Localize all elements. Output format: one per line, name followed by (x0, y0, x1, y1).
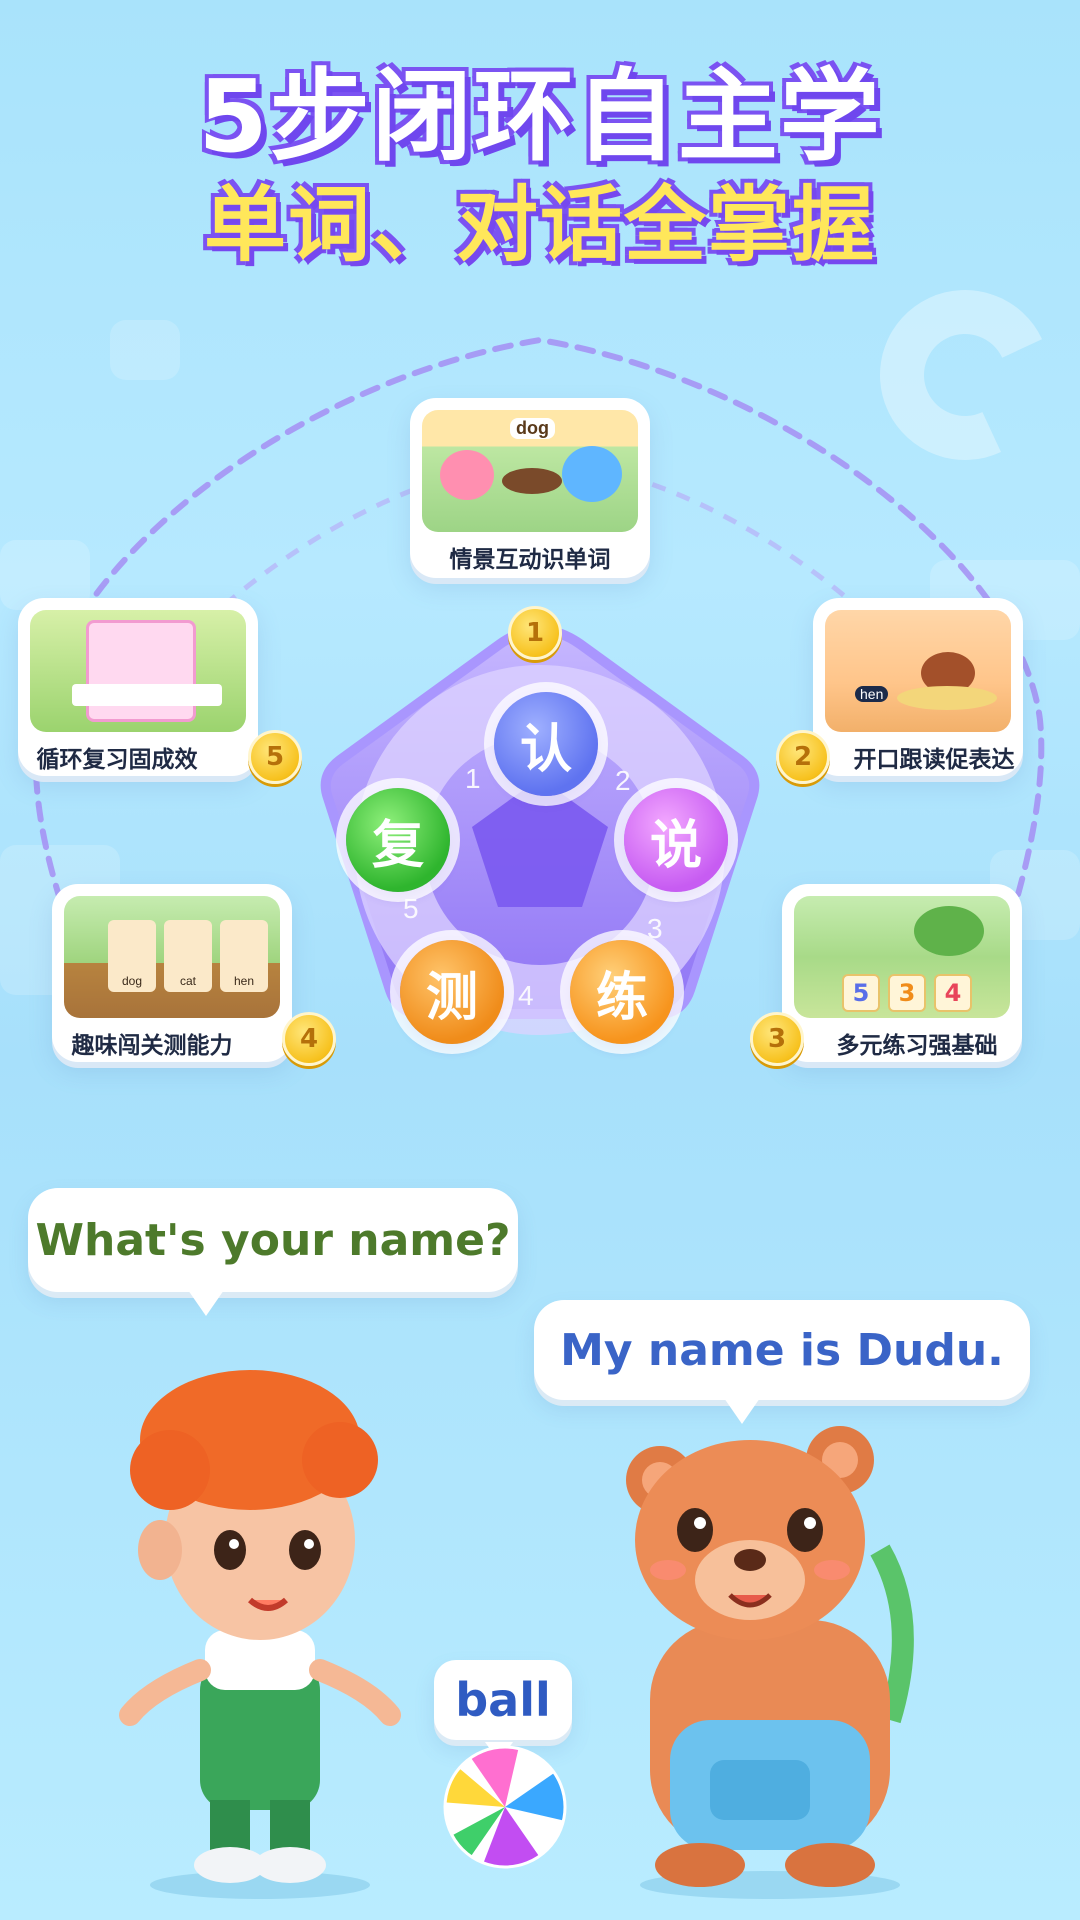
tree-icon (914, 906, 984, 956)
word-card-text: cat (179, 974, 196, 988)
number-tiles: 5 3 4 (842, 974, 972, 1012)
wheel-number: 2 (615, 765, 631, 796)
ball-word-bubble: ball (434, 1660, 572, 1762)
step-ball-test[interactable]: 测 (400, 940, 504, 1044)
step-number-badge-5: 5 (248, 730, 302, 784)
step-caption: 多元练习强基础 (836, 1032, 998, 1058)
answer-text: My name is Dudu. (560, 1324, 1004, 1376)
step-ball-recognize[interactable]: 认 (494, 692, 598, 796)
step-number-badge-4: 4 (282, 1012, 336, 1066)
promo-page: 5步闭环自主学 单词、对话全掌握 认 说 练 测 复 1 2 3 4 5 dog… (0, 0, 1080, 1920)
step-card-5[interactable]: 循环复习固成效 (18, 598, 258, 776)
ball-word: ball (455, 1673, 551, 1727)
review-sentence-strip (72, 684, 222, 706)
question-text: What's your name? (35, 1214, 511, 1266)
step-thumbnail: hen (825, 610, 1011, 732)
number-tile: 5 (842, 974, 880, 1012)
pet-bed-right (562, 446, 622, 502)
review-panel (86, 620, 196, 722)
step-number-badge-1: 1 (508, 606, 562, 660)
word-cards: dog cat hen (108, 920, 268, 992)
dog-icon (502, 468, 562, 494)
step-caption: 情景互动识单词 (449, 546, 611, 572)
thumb-word-dog: dog (510, 418, 555, 439)
step-ball-review[interactable]: 复 (346, 788, 450, 892)
wheel-number: 3 (647, 913, 663, 944)
bear-character (626, 1426, 914, 1899)
step-card-1[interactable]: dog 情景互动识单词 (410, 398, 650, 578)
bubble-tail (188, 1290, 224, 1316)
step-caption: 循环复习固成效 (36, 746, 198, 772)
nest-icon (897, 686, 997, 710)
step-number-badge-3: 3 (750, 1012, 804, 1066)
word-card-dog: dog (108, 920, 156, 992)
step-caption: 趣味闯关测能力 (71, 1032, 233, 1058)
step-ball-practice[interactable]: 练 (570, 940, 674, 1044)
wheel-number: 1 (465, 763, 481, 794)
wheel-number: 4 (518, 980, 534, 1011)
step-number-badge-2: 2 (776, 730, 830, 784)
number-tile: 3 (888, 974, 926, 1012)
boy-character (119, 1370, 401, 1899)
beach-ball-icon (443, 1745, 567, 1869)
step-card-3[interactable]: 5 3 4 多元练习强基础 (782, 884, 1022, 1062)
word-card-hen: hen (220, 920, 268, 992)
step-thumbnail (30, 610, 246, 732)
number-tile: 4 (934, 974, 972, 1012)
word-card-text: hen (233, 974, 255, 988)
speech-bubble-answer: My name is Dudu. (534, 1300, 1030, 1424)
step-thumbnail: dog cat hen (64, 896, 280, 1018)
thumb-word-hen: hen (855, 686, 889, 702)
step-caption: 开口跟读促表达 (853, 746, 1015, 772)
step-thumbnail: dog (422, 410, 638, 532)
step-card-2[interactable]: hen 开口跟读促表达 (813, 598, 1023, 776)
step-card-4[interactable]: dog cat hen 趣味闯关测能力 (52, 884, 292, 1062)
wheel-number: 5 (403, 893, 419, 924)
step-thumbnail: 5 3 4 (794, 896, 1010, 1018)
word-card-cat: cat (164, 920, 212, 992)
pet-bed-left (440, 450, 494, 500)
speech-bubble-question: What's your name? (28, 1188, 518, 1316)
step-ball-speak[interactable]: 说 (624, 788, 728, 892)
word-card-text: dog (121, 974, 143, 988)
